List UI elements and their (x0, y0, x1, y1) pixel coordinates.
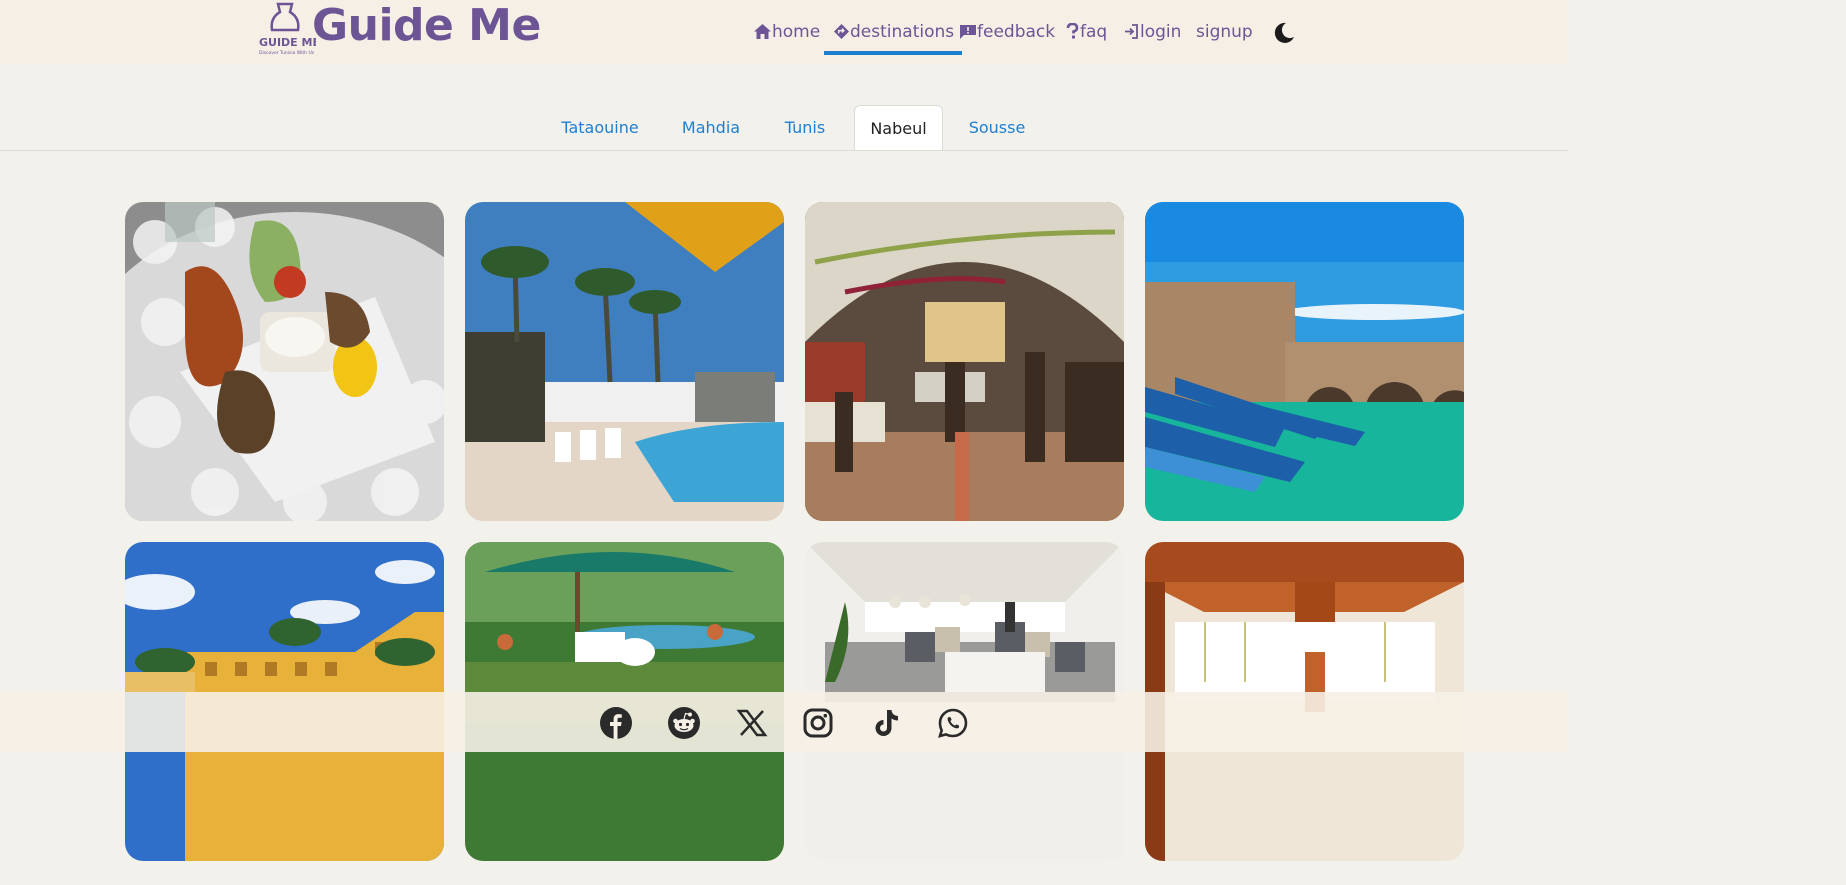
nav-feedback[interactable]: feedback (960, 17, 1055, 47)
tab-nabeul[interactable]: Nabeul (854, 105, 943, 150)
x-link[interactable] (736, 707, 768, 739)
logo-subtext: Discover Tunisia With Us (259, 50, 315, 56)
logo-text: GUIDE ME (259, 36, 316, 49)
nav-signup-label: signup (1196, 22, 1253, 42)
site-header: GUIDE ME Discover Tunisia With Us Guide … (0, 0, 1568, 64)
facebook-icon (600, 707, 632, 739)
brand-name[interactable]: Guide Me (312, 0, 541, 52)
grilled-seafood-photo (125, 202, 444, 521)
instagram-link[interactable] (802, 707, 834, 739)
reddit-icon (668, 707, 700, 739)
question-icon (1066, 22, 1079, 39)
nav-home[interactable]: home (754, 17, 820, 47)
login-icon (1125, 24, 1138, 39)
diamond-turn-icon (834, 24, 849, 39)
instagram-icon (803, 708, 833, 738)
photo-card[interactable] (805, 202, 1124, 521)
tiktok-icon (875, 710, 898, 736)
home-icon (754, 24, 771, 39)
destination-tabs: Tataouine Mahdia Tunis Nabeul Sousse (0, 105, 1568, 151)
x-icon (736, 709, 768, 737)
nav-home-label: home (772, 22, 821, 42)
photo-card[interactable] (1145, 202, 1464, 521)
nav-faq-label: faq (1080, 22, 1108, 42)
message-icon (960, 25, 976, 39)
nav-login-label: login (1140, 22, 1182, 42)
nav-login[interactable]: login (1124, 17, 1181, 47)
nav-feedback-label: feedback (977, 22, 1056, 42)
facebook-link[interactable] (600, 707, 632, 739)
tab-sousse[interactable]: Sousse (960, 105, 1034, 149)
tiktok-link[interactable] (870, 707, 902, 739)
reddit-link[interactable] (668, 707, 700, 739)
tab-tataouine[interactable]: Tataouine (552, 105, 648, 149)
whatsapp-link[interactable] (937, 707, 969, 739)
hotel-pool-photo (465, 202, 784, 521)
nav-destinations[interactable]: destinations (823, 17, 963, 55)
moon-icon (1274, 22, 1294, 43)
nav-destinations-label: destinations (850, 22, 955, 42)
whatsapp-icon (938, 708, 968, 738)
nav-faq[interactable]: faq (1066, 17, 1107, 47)
tab-mahdia[interactable]: Mahdia (670, 105, 752, 149)
photo-card[interactable] (125, 202, 444, 521)
harbor-fort-photo (1145, 202, 1464, 521)
restaurant-interior-photo (805, 202, 1124, 521)
photo-card[interactable] (465, 202, 784, 521)
nav-signup[interactable]: signup (1196, 17, 1253, 47)
logo[interactable]: GUIDE ME Discover Tunisia With Us (256, 0, 320, 58)
theme-toggle-button[interactable] (1272, 21, 1296, 45)
tab-tunis[interactable]: Tunis (774, 105, 836, 149)
site-footer (0, 692, 1568, 752)
